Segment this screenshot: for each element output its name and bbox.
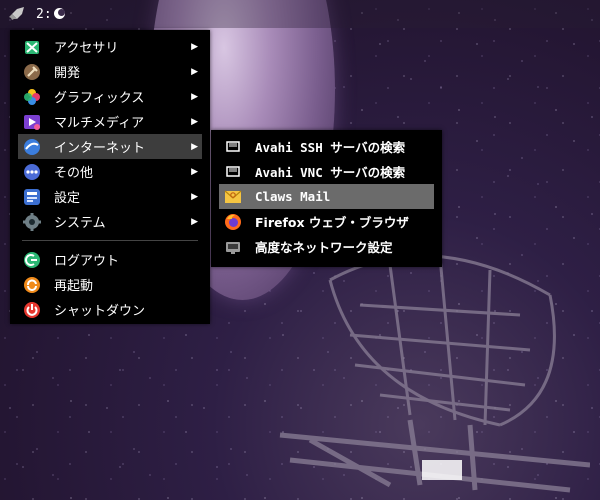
submenu-arrow-icon: ▶	[191, 91, 198, 102]
menu-item-accessories[interactable]: アクセサリ ▶	[10, 34, 210, 59]
wallpaper-satellite-dish	[279, 254, 590, 493]
menu-item-avahi-ssh[interactable]: Avahi SSH サーバの検索	[211, 134, 442, 159]
submenu-arrow-icon: ▶	[191, 191, 198, 202]
menu-item-firefox[interactable]: Firefox ウェブ・ブラウザ	[211, 209, 442, 234]
menu-item-advanced-network[interactable]: 高度なネットワーク設定	[211, 234, 442, 259]
menu-item-label: グラフィックス	[54, 91, 145, 106]
mail-icon	[223, 187, 243, 207]
graphics-icon	[22, 87, 42, 107]
reboot-icon	[22, 275, 42, 295]
submenu-arrow-icon: ▶	[191, 141, 198, 152]
workspace-label: 2:	[36, 6, 52, 22]
network-settings-icon	[223, 237, 243, 257]
other-icon	[22, 162, 42, 182]
system-icon	[22, 212, 42, 232]
menu-item-graphics[interactable]: グラフィックス ▶	[10, 84, 210, 109]
menu-item-internet[interactable]: インターネット ▶	[18, 134, 202, 159]
menu-item-label: 再起動	[54, 279, 94, 294]
accessories-icon	[22, 37, 42, 57]
network-icon	[223, 162, 243, 182]
workspace-moon-icon	[53, 7, 65, 19]
menu-item-multimedia[interactable]: マルチメディア ▶	[10, 109, 210, 134]
menu-item-settings[interactable]: 設定 ▶	[10, 184, 210, 209]
menu-item-label: インターネット	[54, 141, 146, 156]
menu-launcher-button[interactable]	[4, 2, 30, 26]
submenu-arrow-icon: ▶	[191, 116, 198, 127]
menu-item-label: Avahi VNC サーバの検索	[255, 165, 406, 180]
menu-item-label: システム	[54, 216, 106, 231]
menu-item-avahi-vnc[interactable]: Avahi VNC サーバの検索	[211, 159, 442, 184]
menu-item-other[interactable]: その他 ▶	[10, 159, 210, 184]
menu-item-claws-mail[interactable]: Claws Mail	[219, 184, 434, 209]
multimedia-icon	[22, 112, 42, 132]
submenu-arrow-icon: ▶	[191, 216, 198, 227]
menu-item-label: Claws Mail	[255, 189, 331, 204]
internet-icon	[22, 137, 42, 157]
menu-item-label: Firefox ウェブ・ブラウザ	[255, 215, 409, 230]
menu-item-system[interactable]: システム ▶	[10, 209, 210, 234]
development-icon	[22, 62, 42, 82]
menu-item-label: 設定	[54, 191, 81, 206]
network-icon	[223, 137, 243, 157]
menu-item-shutdown[interactable]: シャットダウン	[10, 297, 210, 322]
shutdown-icon	[22, 300, 42, 320]
top-panel: 2:	[0, 0, 600, 28]
menu-item-label: マルチメディア	[54, 116, 145, 131]
menu-item-label: その他	[54, 166, 94, 181]
rocket-icon	[9, 7, 24, 20]
menu-item-label: ログアウト	[54, 254, 120, 269]
menu-item-label: シャットダウン	[54, 304, 146, 319]
menu-item-label: 開発	[54, 66, 81, 81]
logout-icon	[22, 250, 42, 270]
menu-item-label: アクセサリ	[54, 41, 119, 56]
menu-item-reboot[interactable]: 再起動	[10, 272, 210, 297]
menu-separator	[22, 240, 198, 241]
submenu-arrow-icon: ▶	[191, 166, 198, 177]
internet-submenu: Avahi SSH サーバの検索 Avahi VNC サーバの検索 Claws …	[211, 130, 442, 267]
submenu-arrow-icon: ▶	[191, 66, 198, 77]
menu-item-logout[interactable]: ログアウト	[10, 247, 210, 272]
menu-item-development[interactable]: 開発 ▶	[10, 59, 210, 84]
menu-item-label: 高度なネットワーク設定	[255, 240, 393, 255]
submenu-arrow-icon: ▶	[191, 41, 198, 52]
application-menu: アクセサリ ▶ 開発 ▶ グラフィックス ▶ マルチメディア ▶ インターネット…	[10, 30, 210, 324]
firefox-icon	[223, 212, 243, 232]
settings-icon	[22, 187, 42, 207]
workspace-indicator[interactable]: 2:	[36, 7, 65, 22]
menu-item-label: Avahi SSH サーバの検索	[255, 140, 406, 155]
